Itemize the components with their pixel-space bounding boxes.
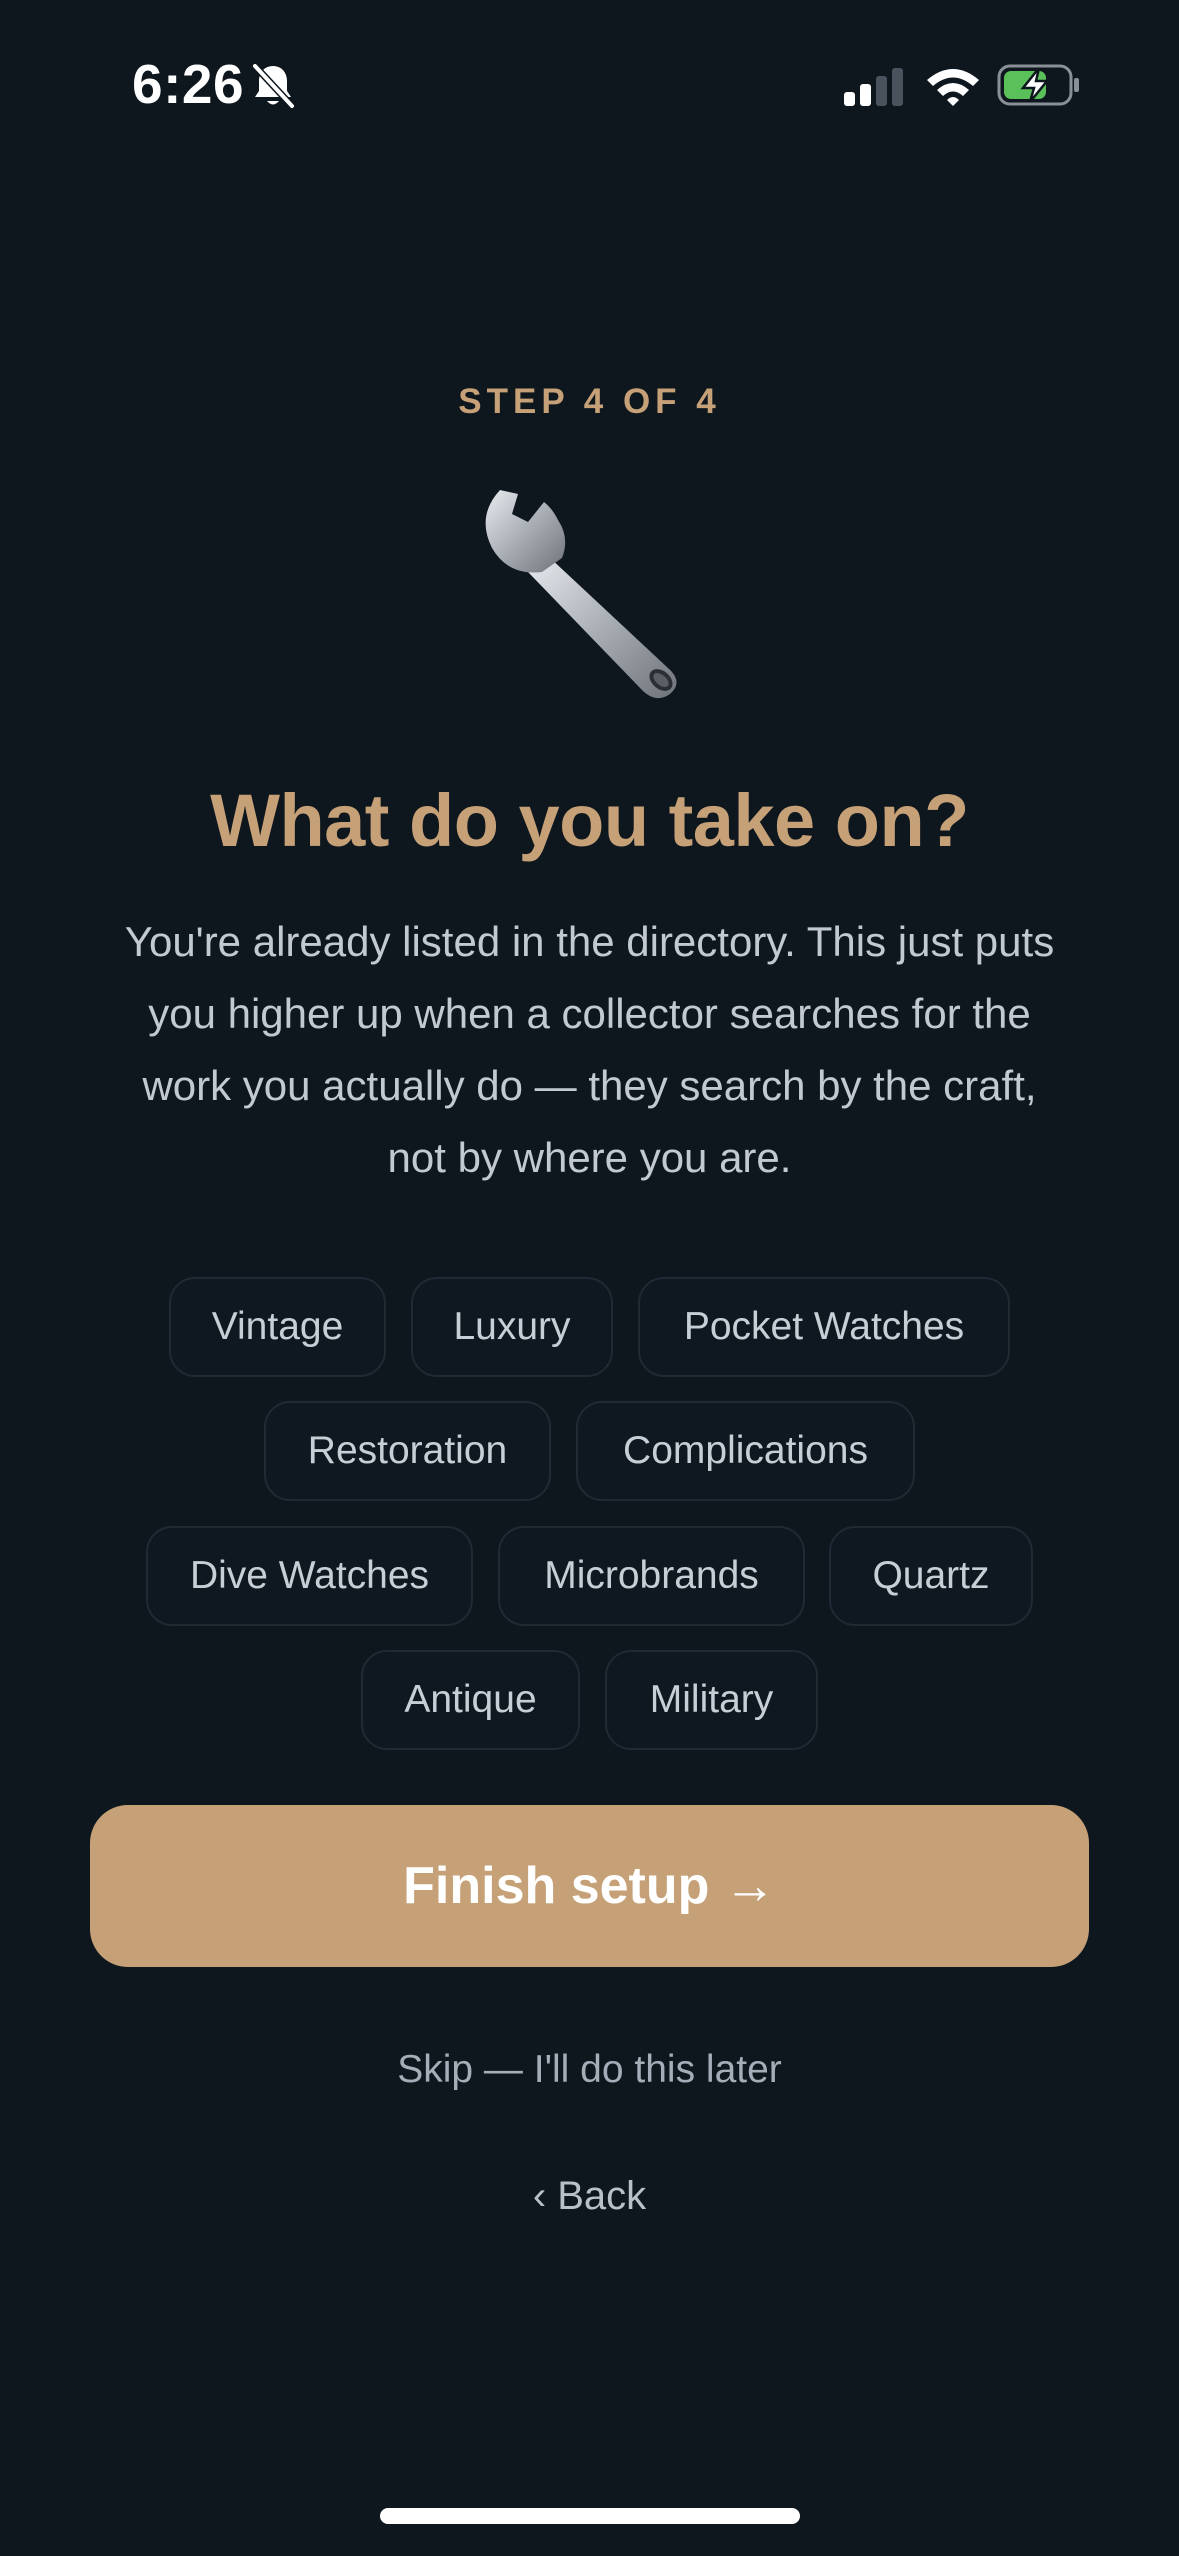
status-time: 6:26 bbox=[132, 53, 245, 115]
tag-chip-pocket-watches[interactable]: Pocket Watches bbox=[638, 1277, 1010, 1377]
page-title: What do you take on? bbox=[210, 779, 969, 862]
back-link[interactable]: ‹ Back bbox=[0, 2174, 1179, 2219]
home-indicator[interactable] bbox=[380, 2508, 800, 2524]
finish-setup-button[interactable]: Finish setup → bbox=[90, 1805, 1089, 1967]
tag-chip-military[interactable]: Military bbox=[605, 1650, 818, 1750]
wifi-icon bbox=[927, 69, 979, 106]
wrench-icon bbox=[485, 490, 677, 699]
description-text: You're already listed in the directory. … bbox=[124, 918, 1055, 1181]
battery-charging-icon bbox=[997, 64, 1079, 106]
tag-chip-luxury[interactable]: Luxury bbox=[411, 1277, 613, 1377]
tag-chip-vintage[interactable]: Vintage bbox=[169, 1277, 386, 1377]
cellular-signal-icon bbox=[844, 68, 903, 106]
bell-slash-icon bbox=[252, 63, 295, 109]
skip-link[interactable]: Skip — I'll do this later bbox=[0, 2048, 1179, 2092]
tag-chip-dive-watches[interactable]: Dive Watches bbox=[146, 1526, 473, 1626]
tag-chip-restoration[interactable]: Restoration bbox=[264, 1401, 551, 1501]
status-bar: 6:26 bbox=[0, 0, 1179, 170]
tag-chip-microbrands[interactable]: Microbrands bbox=[498, 1526, 805, 1626]
tag-chip-antique[interactable]: Antique bbox=[361, 1650, 580, 1750]
step-indicator: STEP 4 OF 4 bbox=[458, 382, 721, 421]
tag-chip-complications[interactable]: Complications bbox=[576, 1401, 915, 1501]
tag-chip-quartz[interactable]: Quartz bbox=[829, 1526, 1033, 1626]
